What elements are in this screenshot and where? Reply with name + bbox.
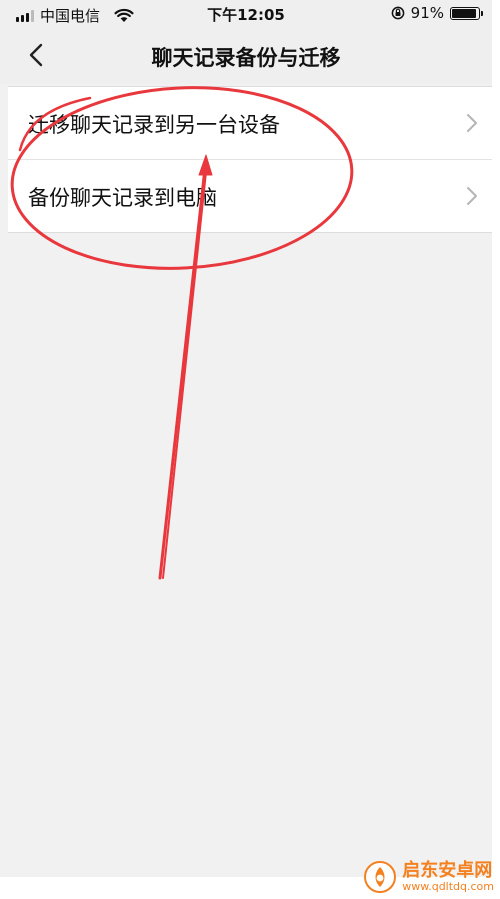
list-item-label: 备份聊天记录到电脑 xyxy=(28,186,217,210)
list-item-label: 迁移聊天记录到另一台设备 xyxy=(28,113,280,137)
battery-percent: 91% xyxy=(410,4,444,22)
watermark-url: www.qdltdq.com xyxy=(402,879,494,893)
watermark-name: 启东安卓网 xyxy=(402,860,493,882)
status-right: 91% xyxy=(391,4,483,22)
nav-bar: 聊天记录备份与迁移 xyxy=(0,28,492,84)
watermark-text: 启东安卓网 www.qdltdq.com xyxy=(402,861,494,893)
chevron-right-icon xyxy=(467,114,477,132)
watermark: 启东安卓网 www.qdltdq.com xyxy=(364,861,494,893)
status-bar: 中国电信 下午12:05 91% xyxy=(0,0,492,28)
page-title: 聊天记录备份与迁移 xyxy=(151,46,341,70)
list-item-migrate[interactable]: 迁移聊天记录到另一台设备 xyxy=(8,87,500,159)
list-item-backup[interactable]: 备份聊天记录到电脑 xyxy=(8,159,500,232)
settings-list: 迁移聊天记录到另一台设备 备份聊天记录到电脑 xyxy=(8,86,500,233)
right-edge xyxy=(492,0,500,899)
battery-icon xyxy=(450,6,483,20)
watermark-logo-icon xyxy=(364,861,397,893)
chevron-right-icon xyxy=(467,187,477,205)
orientation-lock-icon xyxy=(391,6,405,20)
screen: 中国电信 下午12:05 91% 聊天记录备份与迁移 迁移聊天记录到另一台设备 … xyxy=(0,0,500,899)
battery-fill xyxy=(452,8,476,18)
